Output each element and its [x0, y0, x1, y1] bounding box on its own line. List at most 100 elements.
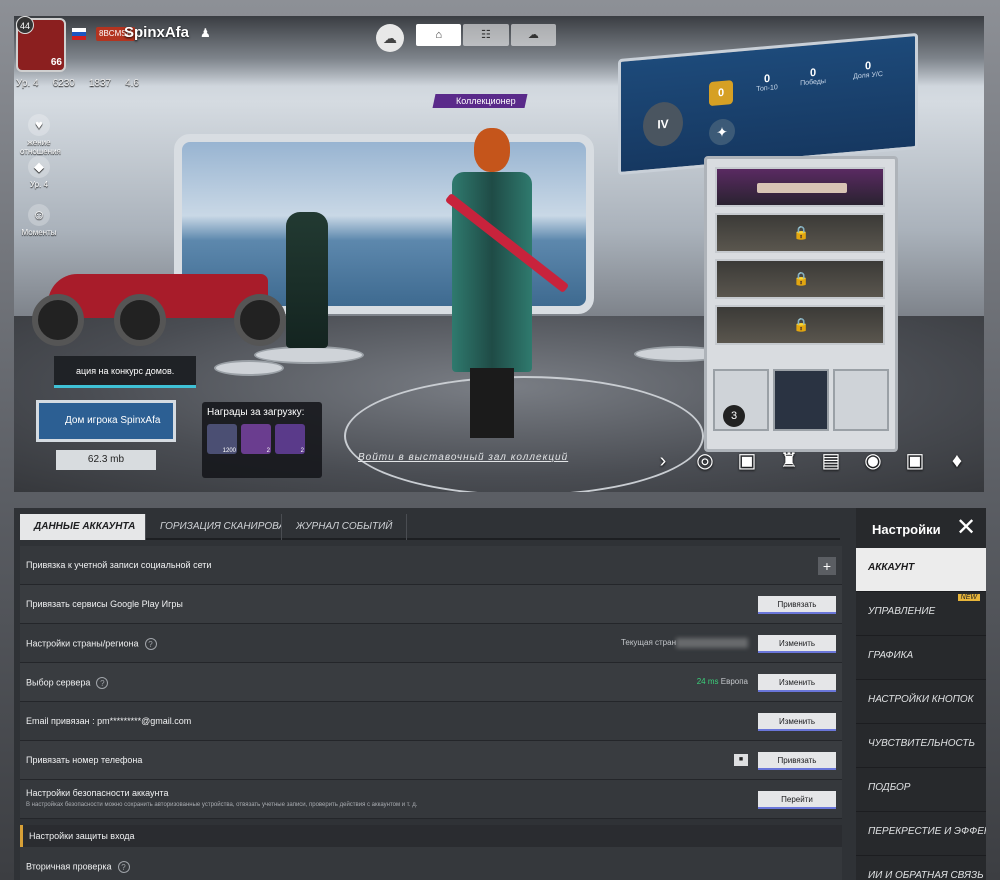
- row-label-wrap: Выбор сервера?: [26, 677, 109, 689]
- stat-rating[interactable]: 4.6: [125, 78, 139, 89]
- secondary-rank-icon: ✦: [709, 117, 735, 147]
- stat-top10: 0 Топ-10: [747, 71, 787, 93]
- row-secondary-verification: Вторичная проверка?: [20, 847, 842, 880]
- stats-board[interactable]: IV 0 0 Топ-10 0 Победы 0 Доля У/С ✦: [618, 32, 918, 176]
- sidebar-item-label: Управление: [868, 606, 936, 617]
- player-character[interactable]: [442, 128, 570, 438]
- reward-item[interactable]: 1200: [207, 424, 237, 454]
- buggy-wheel: [114, 294, 166, 346]
- character-head: [474, 128, 510, 172]
- avatar-level: 66: [50, 57, 62, 68]
- change-country-button[interactable]: Изменить: [758, 635, 836, 653]
- row-label: Привязать номер телефона: [26, 755, 143, 765]
- screen: 44 66 8BCMSK SpinxAfa ♟ Ур. 4 6230 1837 …: [0, 0, 1000, 880]
- help-icon[interactable]: ?: [96, 677, 109, 689]
- stat-kd: 0 Доля У/С: [843, 58, 893, 81]
- row-label: Настройки страны/региона: [26, 638, 139, 649]
- current-country-info: Текущая стран: [621, 638, 748, 648]
- cloud-icon[interactable]: ☁: [376, 24, 404, 52]
- gallery-icon[interactable]: ▣: [732, 446, 762, 476]
- player-name[interactable]: SpinxAfa: [124, 24, 189, 41]
- grid-view-tab[interactable]: ☷: [463, 24, 509, 46]
- sidebar-item-crosshair[interactable]: Перекрестие и эффекты: [856, 812, 986, 856]
- gift-icon[interactable]: ♦: [942, 446, 972, 476]
- weapon-display-case[interactable]: 🔒 🔒 🔒 3: [704, 156, 898, 452]
- row-country-region: Настройки страны/региона? Текущая стран …: [20, 624, 842, 663]
- sidebar-item-feedback[interactable]: Ии и обратная связь: [856, 856, 986, 880]
- stat-likes[interactable]: 1837: [89, 78, 111, 89]
- stat-wins: 0 Победы: [793, 65, 833, 87]
- player-home-button[interactable]: Дом игрока SpinxAfa 62.3 mb: [36, 400, 186, 472]
- reward-item[interactable]: 2: [241, 424, 271, 454]
- row-social-link: Привязка к учетной записи социальной сет…: [20, 546, 842, 585]
- current-country-label: Текущая стран: [620, 638, 676, 648]
- close-icon[interactable]: ✕: [952, 514, 980, 542]
- reward-item[interactable]: 2: [275, 424, 305, 454]
- settings-panel: Данные аккаунта горизация сканированием …: [14, 508, 986, 880]
- collection-gallery-link[interactable]: Войти в выставочный зал коллекций: [358, 452, 568, 463]
- lock-icon: 🔒: [793, 317, 810, 332]
- add-button[interactable]: +: [818, 557, 836, 575]
- sidebar-item-controls[interactable]: Управление NEW: [856, 592, 986, 636]
- help-icon[interactable]: ?: [117, 861, 130, 873]
- level-button[interactable]: ◆ Ур. 4: [20, 156, 58, 189]
- download-rewards[interactable]: Награды за загрузку: 1200 2 2: [202, 402, 322, 478]
- lock-icon: 🔒: [793, 225, 810, 240]
- row-label: Вторичная проверка: [26, 861, 112, 872]
- badge-count: 3: [723, 405, 745, 427]
- camera-icon[interactable]: ▣: [900, 446, 930, 476]
- pedestal: [254, 346, 364, 364]
- badge-slot[interactable]: [773, 369, 829, 431]
- buggy-vehicle[interactable]: [28, 244, 288, 346]
- change-email-button[interactable]: Изменить: [758, 713, 836, 731]
- weapon-slot[interactable]: [715, 167, 885, 207]
- add-friend-icon[interactable]: ♟: [200, 26, 216, 42]
- gift-box-icon[interactable]: ▤: [816, 446, 846, 476]
- sidebar-item-button-settings[interactable]: Настройки кнопок: [856, 680, 986, 724]
- player-stats: Ур. 4 6230 1837 4.6: [16, 78, 139, 89]
- row-email: Email привязан : pm*********@gmail.com И…: [20, 702, 842, 741]
- tab-scan-authorization[interactable]: горизация сканированием: [146, 514, 282, 540]
- rifle-icon: [757, 183, 847, 193]
- home-view-tab[interactable]: ⌂: [416, 24, 462, 46]
- new-badge: NEW: [957, 594, 980, 601]
- backpack-icon[interactable]: ♜: [774, 446, 804, 476]
- home-download-size: 62.3 mb: [56, 450, 156, 470]
- house-contest-button[interactable]: ация на конкурс домов.: [54, 356, 196, 388]
- row-label: Привязка к учетной записи социальной сет…: [26, 560, 212, 570]
- row-label: Email привязан : pm*********@gmail.com: [26, 716, 192, 726]
- tab-account-data[interactable]: Данные аккаунта: [20, 514, 146, 540]
- stat-popularity[interactable]: 6230: [53, 78, 75, 89]
- badge-slot[interactable]: 3: [713, 369, 769, 431]
- weapon-slot-locked[interactable]: 🔒: [715, 213, 885, 253]
- relationship-label: жение отношения: [20, 138, 61, 156]
- weapon-slot-locked[interactable]: 🔒: [715, 305, 885, 345]
- link-phone-button[interactable]: Привязать: [758, 752, 836, 770]
- sidebar-item-sensitivity[interactable]: Чувствительность: [856, 724, 986, 768]
- level-label: Ур. 4: [29, 180, 49, 189]
- avatar[interactable]: 44 66: [16, 16, 66, 72]
- change-server-button[interactable]: Изменить: [758, 674, 836, 692]
- companion-character[interactable]: [286, 212, 328, 348]
- weapon-slot-locked[interactable]: 🔒: [715, 259, 885, 299]
- sidebar-item-matchmaking[interactable]: Подбор: [856, 768, 986, 812]
- relationship-button[interactable]: ♥ жение отношения: [20, 114, 61, 156]
- sidebar-item-graphics[interactable]: Графика: [856, 636, 986, 680]
- badge-slot-empty[interactable]: [833, 369, 889, 431]
- eye-icon[interactable]: ◉: [858, 446, 888, 476]
- collector-title-badge: Коллекционер: [432, 94, 528, 108]
- help-icon[interactable]: ?: [144, 638, 157, 650]
- chevron-right-icon[interactable]: ›: [648, 446, 678, 476]
- tab-event-log[interactable]: Журнал событий: [282, 514, 408, 540]
- reward-qty: 2: [266, 448, 270, 454]
- level-badge: 44: [16, 16, 34, 34]
- character-coat: [452, 172, 532, 372]
- drop-icon: ◆: [28, 156, 50, 178]
- character-legs: [470, 368, 514, 438]
- go-security-button[interactable]: Перейти: [758, 791, 836, 809]
- vinyl-icon[interactable]: ◎: [690, 446, 720, 476]
- cloud-view-tab[interactable]: ☁: [510, 24, 556, 46]
- link-google-play-button[interactable]: Привязать: [758, 596, 836, 614]
- sidebar-item-account[interactable]: Аккаунт: [856, 548, 986, 592]
- moments-button[interactable]: ☺ Моменты: [20, 204, 58, 237]
